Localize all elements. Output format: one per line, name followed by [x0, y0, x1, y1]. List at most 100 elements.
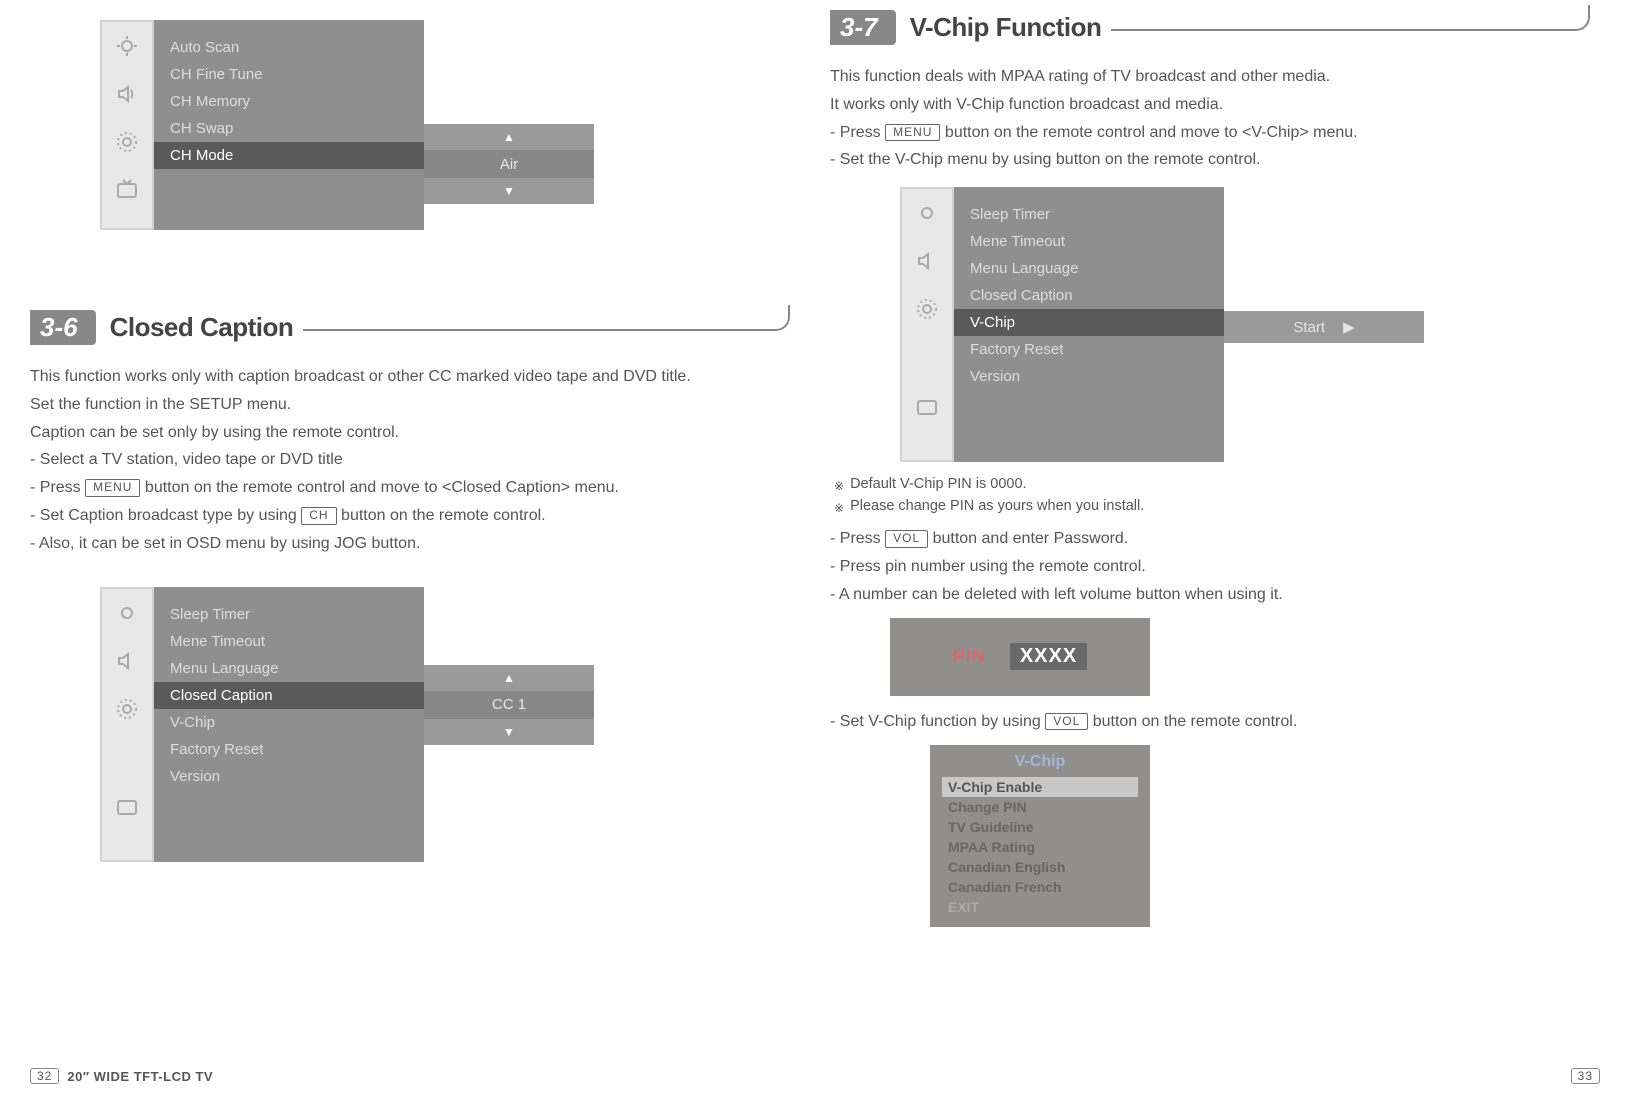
tv-icon [102, 783, 152, 831]
menu-key: MENU [885, 124, 940, 142]
text: Default V-Chip PIN is 0000. [850, 476, 1027, 492]
osd-item[interactable]: V-Chip [154, 709, 424, 736]
osd-value: Air [424, 150, 594, 178]
osd-item[interactable]: Closed Caption [954, 282, 1224, 309]
osd-item[interactable]: Mene Timeout [154, 628, 424, 655]
text: button on the remote control and move to… [940, 124, 1357, 141]
cc-b3: - Set Caption broadcast type by using CH… [30, 504, 790, 529]
osd-value-picker[interactable]: ▲ Air ▼ [424, 124, 594, 204]
cc-p1: This function works only with caption br… [30, 365, 790, 390]
cc-p3: Caption can be set only by using the rem… [30, 421, 790, 446]
vchip-steps-2: - Press VOL button and enter Password. -… [830, 527, 1590, 607]
osd-setup-menu-vchip: Sleep Timer Mene Timeout Menu Language C… [900, 187, 1380, 462]
sound-icon [902, 237, 952, 285]
vchip-description: This function deals with MPAA rating of … [830, 65, 1590, 173]
osd-icon-column [900, 187, 954, 462]
osd-value: Start [1293, 319, 1325, 336]
vchip-item[interactable]: Canadian French [930, 877, 1150, 897]
note-1: ※ Default V-Chip PIN is 0000. [834, 476, 1590, 498]
picture-icon [102, 589, 152, 637]
osd-icon-column [100, 587, 154, 862]
text: Please change PIN as yours when you inst… [850, 498, 1144, 514]
section-number: 3-6 [30, 310, 96, 345]
page-number: 33 [1571, 1068, 1600, 1084]
osd-item[interactable]: CH Fine Tune [154, 61, 424, 88]
vc-p1: This function deals with MPAA rating of … [830, 65, 1590, 90]
vol-key: VOL [1045, 713, 1088, 731]
vc-b2: - Set the V-Chip menu by using button on… [830, 148, 1590, 173]
right-page: 3-7 V-Chip Function This function deals … [830, 10, 1590, 927]
text: button and enter Password. [928, 530, 1128, 547]
sound-icon [102, 637, 152, 685]
osd-item[interactable]: Menu Language [954, 255, 1224, 282]
osd-channel-menu: Auto Scan CH Fine Tune CH Memory CH Swap… [100, 20, 580, 230]
tv-icon [102, 166, 152, 214]
osd-icon-column [100, 20, 154, 230]
vchip-item-selected[interactable]: V-Chip Enable [942, 777, 1138, 797]
picture-icon [902, 189, 952, 237]
text: - Set V-Chip function by using [830, 713, 1045, 730]
vc3-b1: - Set V-Chip function by using VOL butto… [830, 710, 1590, 735]
osd-item[interactable]: CH Memory [154, 88, 424, 115]
osd-item-selected[interactable]: CH Mode [154, 142, 424, 169]
menu-key: MENU [85, 479, 140, 497]
osd-item[interactable]: CH Swap [154, 115, 424, 142]
ch-key: CH [301, 507, 336, 525]
vc-p2: It works only with V-Chip function broad… [830, 93, 1590, 118]
osd-item[interactable]: Auto Scan [154, 34, 424, 61]
pin-value[interactable]: XXXX [1010, 643, 1087, 670]
osd-item[interactable]: Sleep Timer [154, 601, 424, 628]
vc2-b2: - Press pin number using the remote cont… [830, 555, 1590, 580]
text: - Set Caption broadcast type by using [30, 507, 301, 524]
chevron-up-icon[interactable]: ▲ [424, 665, 594, 691]
osd-item[interactable]: Factory Reset [954, 336, 1224, 363]
section-rule [1111, 5, 1590, 31]
asterisk-icon: ※ [834, 476, 844, 498]
chevron-up-icon[interactable]: ▲ [424, 124, 594, 150]
footer-left: 32 20″ WIDE TFT-LCD TV [30, 1068, 213, 1084]
chevron-down-icon[interactable]: ▼ [424, 719, 594, 745]
chevron-right-icon: ▶ [1343, 318, 1355, 336]
osd-item[interactable]: Menu Language [154, 655, 424, 682]
setup-icon [102, 118, 152, 166]
osd-item-selected[interactable]: Closed Caption [154, 682, 424, 709]
text: - Press [30, 479, 85, 496]
pin-entry-box: PIN XXXX [890, 618, 1150, 696]
osd-item[interactable]: Version [954, 363, 1224, 390]
vchip-item[interactable]: Canadian English [930, 857, 1150, 877]
vchip-item[interactable]: MPAA Rating [930, 837, 1150, 857]
vchip-submenu-title: V-Chip [930, 753, 1150, 771]
section-header-3-6: 3-6 Closed Caption [30, 310, 790, 345]
osd-item[interactable]: Factory Reset [154, 736, 424, 763]
cc-description: This function works only with caption br… [30, 365, 790, 557]
vchip-submenu: V-Chip V-Chip Enable Change PIN TV Guide… [930, 745, 1150, 927]
osd-body: Auto Scan CH Fine Tune CH Memory CH Swap… [154, 20, 424, 230]
osd-item[interactable]: Sleep Timer [954, 201, 1224, 228]
vol-key: VOL [885, 530, 928, 548]
text: - Press [830, 530, 885, 547]
picture-icon [102, 22, 152, 70]
osd-setup-menu-cc: Sleep Timer Mene Timeout Menu Language C… [100, 587, 580, 862]
osd-item[interactable]: Version [154, 763, 424, 790]
osd-value-picker[interactable]: ▲ CC 1 ▼ [424, 665, 594, 745]
section-title: Closed Caption [110, 312, 294, 343]
left-page: Auto Scan CH Fine Tune CH Memory CH Swap… [30, 20, 790, 862]
text: button on the remote control and move to… [140, 479, 619, 496]
osd-start-button[interactable]: Start ▶ [1224, 311, 1424, 343]
osd-value: CC 1 [424, 691, 594, 719]
cc-b2: - Press MENU button on the remote contro… [30, 476, 790, 501]
text: - Press [830, 124, 885, 141]
osd-body: Sleep Timer Mene Timeout Menu Language C… [154, 587, 424, 862]
cc-p2: Set the function in the SETUP menu. [30, 393, 790, 418]
page-number: 32 [30, 1068, 59, 1084]
vchip-steps-3: - Set V-Chip function by using VOL butto… [830, 710, 1590, 735]
osd-item-selected[interactable]: V-Chip [954, 309, 1224, 336]
vchip-item[interactable]: TV Guideline [930, 817, 1150, 837]
osd-item[interactable]: Mene Timeout [954, 228, 1224, 255]
chevron-down-icon[interactable]: ▼ [424, 178, 594, 204]
setup-icon [902, 285, 952, 333]
section-rule [303, 305, 790, 331]
vc2-b3: - A number can be deleted with left volu… [830, 583, 1590, 608]
vchip-item-exit[interactable]: EXIT [930, 897, 1150, 917]
vchip-item[interactable]: Change PIN [930, 797, 1150, 817]
